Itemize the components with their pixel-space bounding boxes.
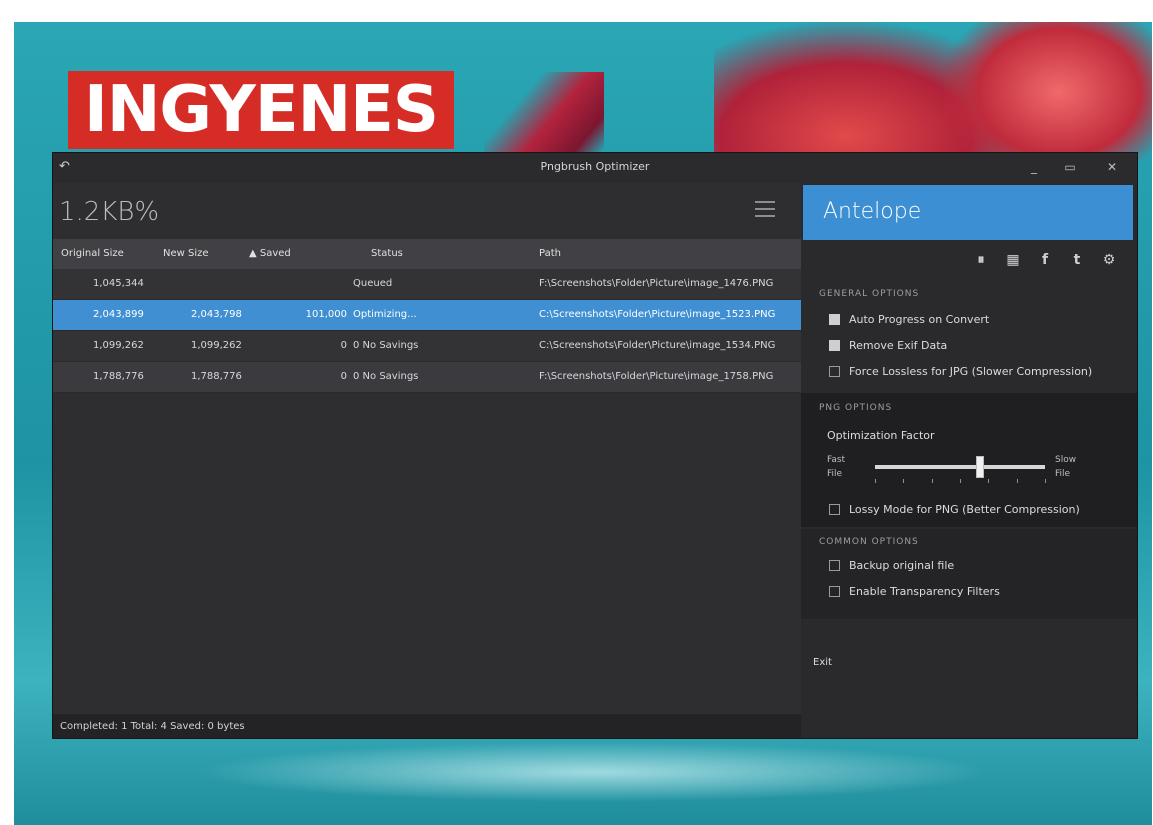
twitter-icon[interactable]: t (1067, 251, 1087, 269)
slider-max-label: Slow File (1055, 455, 1077, 479)
slider-tick (903, 479, 905, 483)
column-header-original-size[interactable]: Original Size (61, 248, 124, 259)
app-window: ↶ Pngbrush Optimizer _ ▭ ✕ 1.2KB% Origin… (52, 152, 1138, 739)
option-label: Lossy Mode for PNG (Better Compression) (849, 503, 1080, 516)
light-band (194, 742, 994, 802)
menu-icon[interactable] (755, 201, 775, 219)
slider-tick (875, 479, 876, 483)
cell-new-size: 1,788,776 (191, 371, 242, 382)
section-title: COMMON OPTIONS (819, 537, 919, 547)
column-header-new-size[interactable]: New Size (163, 248, 209, 259)
settings-icon[interactable]: ⚙ (1099, 251, 1119, 269)
column-header-saved[interactable]: ▲ Saved (249, 248, 291, 259)
option-label: Auto Progress on Convert (849, 313, 990, 326)
close-button[interactable]: ✕ (1099, 157, 1125, 177)
magazine-banner: INGYENES (68, 71, 454, 149)
slider-tick (1016, 479, 1018, 483)
checkbox-checked[interactable] (829, 314, 840, 325)
option-label: Enable Transparency Filters (849, 585, 1000, 598)
option-label: Remove Exif Data (849, 339, 948, 352)
table-header: Original Size New Size ▲ Saved Status Pa… (53, 239, 801, 269)
window-title: Pngbrush Optimizer (540, 160, 650, 173)
status-text: Completed: 1 Total: 4 Saved: 0 bytes (60, 721, 245, 732)
cell-original-size: 1,788,776 (93, 371, 144, 382)
savings-total: 1.2KB% (59, 197, 160, 227)
toolbar-icons: ⏸ ▦ f t ⚙ (959, 249, 1119, 269)
cell-original-size: 2,043,899 (93, 309, 144, 320)
cell-saved: 0 (340, 371, 347, 382)
slider-tick (960, 479, 961, 483)
cell-new-size: 1,099,262 (191, 340, 242, 351)
cell-status: 0 No Savings (353, 340, 419, 351)
slider-thumb[interactable] (976, 456, 985, 478)
exit-link[interactable]: Exit (813, 657, 832, 668)
slider-tick (1045, 479, 1046, 483)
status-bar: Completed: 1 Total: 4 Saved: 0 bytes (53, 714, 801, 738)
slider-tick (988, 479, 990, 483)
cell-new-size: 2,043,798 (191, 309, 242, 320)
table-row[interactable]: 2,043,899 2,043,798 101,000 Optimizing... C:… (53, 300, 801, 331)
side-panel: Antelope ⏸ ▦ f t ⚙ GENERAL OPTIONS Auto Prog… (801, 183, 1137, 738)
table-row[interactable]: 1,788,776 1,788,776 0 0 No Savings F:\Screen… (53, 362, 801, 393)
checkbox-unchecked[interactable] (829, 504, 840, 515)
cell-status: 0 No Savings (353, 371, 419, 382)
facebook-icon[interactable]: f (1035, 251, 1055, 269)
title-bar: ↶ Pngbrush Optimizer _ ▭ ✕ (53, 153, 1137, 183)
slider-tick (931, 479, 933, 483)
section-title: PNG OPTIONS (819, 403, 893, 413)
column-header-status[interactable]: Status (371, 248, 403, 259)
cell-original-size: 1,045,344 (93, 278, 144, 289)
slider-track[interactable] (875, 465, 1045, 469)
general-options-section: GENERAL OPTIONS Auto Progress on Convert… (801, 283, 1137, 391)
checkbox-unchecked[interactable] (829, 560, 840, 571)
cell-path: F:\Screenshots\Folder\Picture\image_1758… (539, 371, 774, 382)
common-options-section: COMMON OPTIONS Backup original file Enabl… (801, 529, 1137, 619)
cell-saved: 0 (340, 340, 347, 351)
table-row[interactable]: 1,099,262 1,099,262 0 0 No Savings C:\Screen… (53, 331, 801, 362)
checkbox-unchecked[interactable] (829, 366, 840, 377)
save-icon[interactable]: ▦ (1003, 251, 1023, 269)
cell-saved: 101,000 (305, 309, 347, 320)
file-table: Original Size New Size ▲ Saved Status Pa… (53, 239, 801, 393)
ad-text: Antelope (823, 199, 922, 224)
cell-original-size: 1,099,262 (93, 340, 144, 351)
minimize-button[interactable]: _ (1021, 157, 1047, 177)
slider-label: Optimization Factor (827, 429, 935, 442)
main-pane: 1.2KB% Original Size New Size ▲ Saved St… (53, 183, 801, 738)
column-header-path[interactable]: Path (539, 248, 561, 259)
section-title: GENERAL OPTIONS (819, 289, 920, 299)
optimization-slider[interactable]: Fast File Slow File (827, 453, 1107, 493)
pause-icon[interactable]: ⏸ (971, 251, 991, 269)
checkbox-unchecked[interactable] (829, 586, 840, 597)
option-label: Force Lossless for JPG (Slower Compressi… (849, 365, 1093, 378)
ad-banner[interactable]: Antelope (803, 185, 1133, 240)
table-row[interactable]: 1,045,344 Queued F:\Screenshots\Folder\Pic… (53, 269, 801, 300)
option-label: Backup original file (849, 559, 955, 572)
cell-path: F:\Screenshots\Folder\Picture\image_1476… (539, 278, 774, 289)
cell-status: Queued (353, 278, 393, 289)
slider-min-label: Fast File (827, 455, 846, 479)
checkbox-checked[interactable] (829, 340, 840, 351)
cell-status: Optimizing... (353, 309, 417, 320)
cell-path: C:\Screenshots\Folder\Picture\image_1523… (539, 309, 776, 320)
flower-petal (484, 72, 604, 162)
maximize-button[interactable]: ▭ (1057, 157, 1083, 177)
png-options-section: PNG OPTIONS Optimization Factor Fast Fil… (801, 393, 1137, 527)
cell-path: C:\Screenshots\Folder\Picture\image_1534… (539, 340, 776, 351)
